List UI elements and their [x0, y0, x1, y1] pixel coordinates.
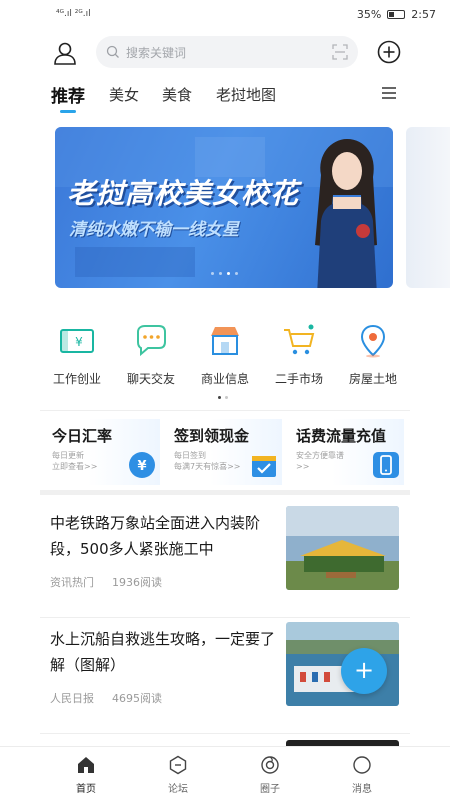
- svg-text:¥: ¥: [137, 459, 146, 474]
- circle-icon: [261, 756, 279, 774]
- nav-home[interactable]: 首页: [56, 755, 116, 795]
- forum-icon: [169, 755, 187, 775]
- grid-item-chat[interactable]: 聊天交友: [116, 322, 186, 387]
- compose-button[interactable]: +: [341, 648, 387, 694]
- grid-label: 商业信息: [200, 372, 249, 386]
- svg-text:¥: ¥: [75, 335, 83, 349]
- pagination-dot-active: [227, 272, 230, 275]
- banner-person-image: [315, 139, 377, 288]
- card-exchange-rate[interactable]: 今日汇率 每日更新 立即查看>> ¥: [40, 419, 160, 485]
- tab-indicator: [60, 110, 76, 113]
- cart-icon: [284, 324, 315, 355]
- grid-pagination: [218, 396, 228, 399]
- battery-percent: 35%: [356, 7, 382, 21]
- search-input[interactable]: 搜索关键词: [96, 36, 358, 68]
- bottom-nav: 首页 论坛 圈子 消息: [0, 746, 450, 800]
- nav-label: 论坛: [168, 784, 188, 795]
- grid-item-jobs[interactable]: ¥ 工作创业: [42, 322, 112, 387]
- news-title: 水上沉船自救逃生攻略，一定要了解（图解）: [50, 630, 276, 674]
- clock: 2:57: [411, 7, 436, 21]
- news-source: 资讯热门: [50, 576, 94, 589]
- status-bar: ⁴ᴳ.ıl ²ᴳ.ıl 35% 2:57: [0, 0, 450, 28]
- news-reads: 4695阅读: [112, 692, 162, 705]
- grid-label: 工作创业: [52, 372, 101, 386]
- pagination-dot: [235, 272, 238, 275]
- plus-icon: +: [353, 656, 375, 684]
- search-icon: [106, 45, 119, 58]
- calendar-check-icon: [252, 456, 276, 477]
- service-grid: ¥ 工作创业 聊天交友 商业信息 二手市场 房屋土地: [40, 322, 410, 392]
- grid-item-housing[interactable]: 房屋土地: [338, 322, 408, 387]
- pagination-dot-active: [218, 396, 221, 399]
- news-item[interactable]: 中老铁路万象站全面进入内装阶段，500多人紧张施工中 资讯热门 1936阅读: [40, 504, 410, 618]
- nav-label: 消息: [352, 784, 372, 795]
- pagination-dot: [225, 396, 228, 399]
- scan-icon[interactable]: [332, 44, 348, 60]
- card-title: 今日汇率: [52, 427, 113, 445]
- pagination-dot: [211, 272, 214, 275]
- nav-forum[interactable]: 论坛: [148, 755, 208, 795]
- card-title: 签到领现金: [174, 427, 250, 445]
- banner-next-peek: [406, 127, 450, 288]
- banner-title: 老挝高校美女校花: [67, 177, 300, 210]
- feature-cards: 今日汇率 每日更新 立即查看>> ¥ 签到领现金 每日签到 每满7天有惊喜>> …: [40, 410, 410, 486]
- home-icon: [78, 757, 94, 773]
- yuan-icon: ¥: [129, 452, 155, 478]
- shop-icon: [211, 327, 239, 355]
- tab-recommend[interactable]: 推荐: [51, 82, 85, 107]
- card-recharge[interactable]: 话费流量充值 安全方便靠谱 >>: [284, 419, 404, 485]
- news-thumbnail: [286, 506, 399, 590]
- news-source: 人民日报: [50, 692, 94, 705]
- plus-circle-icon[interactable]: [377, 40, 401, 64]
- section-divider: [40, 490, 410, 495]
- nav-circle[interactable]: 圈子: [240, 755, 300, 795]
- chat-bubble-icon: [137, 325, 166, 357]
- nav-label: 圈子: [260, 784, 280, 795]
- news-reads: 1936阅读: [112, 576, 162, 589]
- category-tabs: 推荐 美女 美食 老挝地图: [0, 78, 450, 118]
- battery-icon: [387, 9, 406, 19]
- grid-label: 聊天交友: [126, 372, 175, 386]
- banner-subtitle: 清纯水嫩不输一线女星: [69, 220, 239, 240]
- top-bar: 搜索关键词: [0, 34, 450, 70]
- nav-messages[interactable]: 消息: [332, 755, 392, 795]
- pagination-dot: [219, 272, 222, 275]
- tab-food[interactable]: 美食: [162, 84, 192, 105]
- nav-label: 首页: [76, 784, 96, 795]
- location-pin-icon: [360, 324, 386, 358]
- network-indicator: ⁴ᴳ.ıl ²ᴳ.ıl: [56, 9, 91, 19]
- grid-label: 二手市场: [274, 372, 323, 386]
- card-title: 话费流量充值: [296, 427, 387, 445]
- money-card-icon: ¥: [60, 329, 94, 353]
- grid-item-business[interactable]: 商业信息: [190, 322, 260, 387]
- network-text: ⁴ᴳ.ıl ²ᴳ.ıl: [56, 9, 91, 19]
- phone-icon: [373, 452, 399, 478]
- banner-pagination: [211, 272, 238, 275]
- card-checkin[interactable]: 签到领现金 每日签到 每满7天有惊喜>>: [162, 419, 282, 485]
- search-placeholder: 搜索关键词: [126, 45, 187, 60]
- message-icon: [353, 756, 371, 774]
- tab-laos-map[interactable]: 老挝地图: [216, 84, 276, 105]
- banner-carousel[interactable]: 老挝高校美女校花 清纯水嫩不输一线女星: [55, 127, 393, 288]
- news-title: 中老铁路万象站全面进入内装阶段，500多人紧张施工中: [50, 514, 261, 558]
- grid-item-second-hand[interactable]: 二手市场: [264, 322, 334, 387]
- user-icon[interactable]: [52, 40, 78, 66]
- grid-label: 房屋土地: [348, 372, 397, 386]
- menu-icon[interactable]: [382, 87, 396, 99]
- tab-beauty[interactable]: 美女: [109, 84, 139, 105]
